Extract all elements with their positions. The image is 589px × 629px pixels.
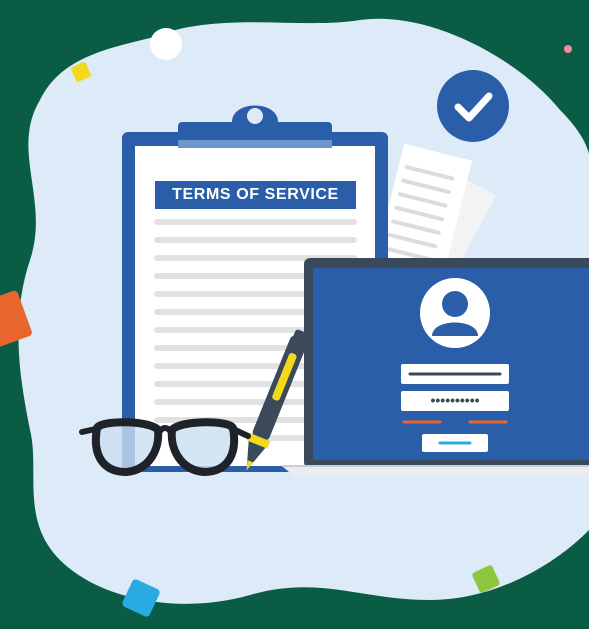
terms-of-service-title: TERMS OF SERVICE (155, 181, 356, 209)
white-dot (150, 28, 182, 60)
laptop-base (282, 466, 589, 478)
illustration: •••••••••• TERMS OF SERVICE (0, 0, 589, 629)
laptop: •••••••••• (282, 258, 589, 478)
check-badge (437, 70, 509, 142)
user-avatar-icon (420, 278, 490, 348)
pink-dot (564, 45, 572, 53)
password-mask: •••••••••• (430, 392, 479, 408)
terms-of-service-illustration: •••••••••• (0, 0, 589, 629)
